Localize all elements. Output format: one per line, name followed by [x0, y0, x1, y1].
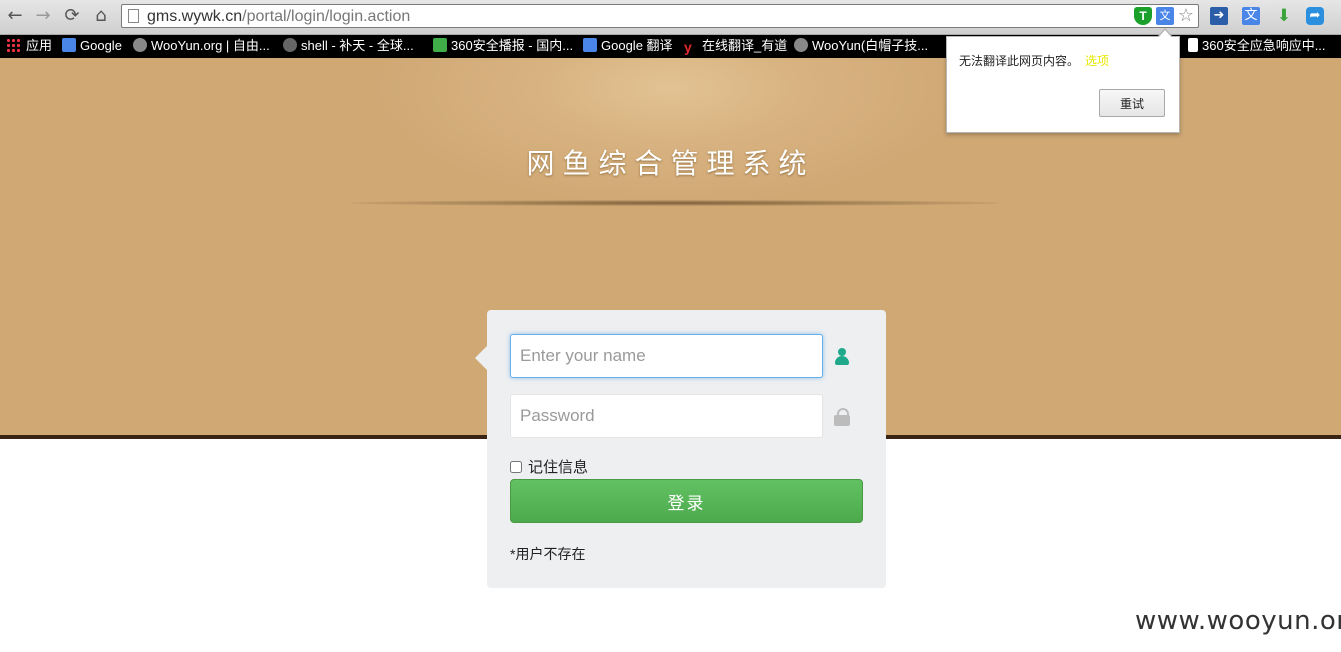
error-message: *用户不存在	[510, 546, 586, 562]
retry-button[interactable]: 重试	[1099, 89, 1165, 117]
extension-share-icon[interactable]: ➦	[1306, 7, 1324, 25]
browser-toolbar: ← → ⟳ ⌂ gms.wywk.cn/portal/login/login.a…	[0, 0, 1341, 35]
bookmark-google-translate[interactable]: Google 翻译	[583, 37, 673, 55]
extension-arrow-icon[interactable]: ➜	[1210, 7, 1228, 25]
page-icon	[1188, 38, 1198, 52]
back-button[interactable]: ←	[4, 5, 26, 27]
url-host: gms.wywk.cn	[147, 8, 243, 25]
page-title: 网鱼综合管理系统	[526, 148, 815, 179]
bookmark-butian[interactable]: shell - 补天 - 全球...	[283, 37, 414, 55]
360-icon	[433, 38, 447, 52]
url-path: /portal/login/login.action	[242, 8, 411, 25]
password-input[interactable]	[510, 394, 823, 438]
url-text[interactable]: gms.wywk.cn/portal/login/login.action	[147, 8, 410, 26]
translate-popup: 无法翻译此网页内容。 选项 重试	[946, 28, 1180, 133]
remember-label: 记住信息	[528, 459, 589, 476]
page-icon	[128, 9, 139, 23]
watermark: www.wooyun.org	[1135, 606, 1341, 636]
bookmark-wooyun[interactable]: WooYun.org | 自由...	[133, 37, 270, 55]
popup-message: 无法翻译此网页内容。	[959, 54, 1080, 68]
bookmark-youdao[interactable]: y 在线翻译_有道	[684, 37, 787, 55]
download-icon[interactable]: ⬇	[1275, 7, 1293, 25]
google-icon	[62, 38, 76, 52]
youdao-icon: y	[684, 39, 692, 55]
forward-button[interactable]: →	[32, 5, 54, 27]
lock-icon	[834, 408, 850, 426]
wooyun-icon	[794, 38, 808, 52]
login-panel-pointer	[475, 346, 487, 370]
butian-icon	[283, 38, 297, 52]
bookmark-apps[interactable]: 应用	[6, 37, 52, 55]
remember-checkbox[interactable]	[510, 461, 522, 473]
bookmark-360-news[interactable]: 360安全播报 - 国内...	[433, 37, 573, 55]
address-bar[interactable]: gms.wywk.cn/portal/login/login.action T …	[121, 4, 1199, 28]
username-input[interactable]	[510, 334, 823, 378]
apps-icon	[6, 38, 20, 52]
wooyun-icon	[133, 38, 147, 52]
user-icon	[834, 348, 850, 366]
reload-button[interactable]: ⟳	[61, 5, 83, 27]
remember-me[interactable]: 记住信息	[510, 456, 588, 477]
login-button[interactable]: 登录	[510, 479, 863, 523]
google-translate-icon	[583, 38, 597, 52]
login-panel: 记住信息 登录 *用户不存在	[475, 310, 886, 588]
extension-translate-icon[interactable]: 文	[1242, 7, 1260, 25]
title-divider	[350, 200, 1000, 206]
bookmark-wooyun-whitehat[interactable]: WooYun(白帽子技...	[794, 37, 928, 55]
home-button[interactable]: ⌂	[90, 5, 112, 27]
options-link[interactable]: 选项	[1085, 54, 1109, 68]
bookmark-star-icon[interactable]: ☆	[1177, 7, 1195, 25]
shield-icon[interactable]: T	[1134, 7, 1152, 25]
bookmark-360-emergency[interactable]: 360安全应急响应中...	[1188, 37, 1326, 55]
bookmark-google[interactable]: Google	[62, 37, 122, 55]
translate-icon[interactable]: 文	[1156, 7, 1174, 25]
